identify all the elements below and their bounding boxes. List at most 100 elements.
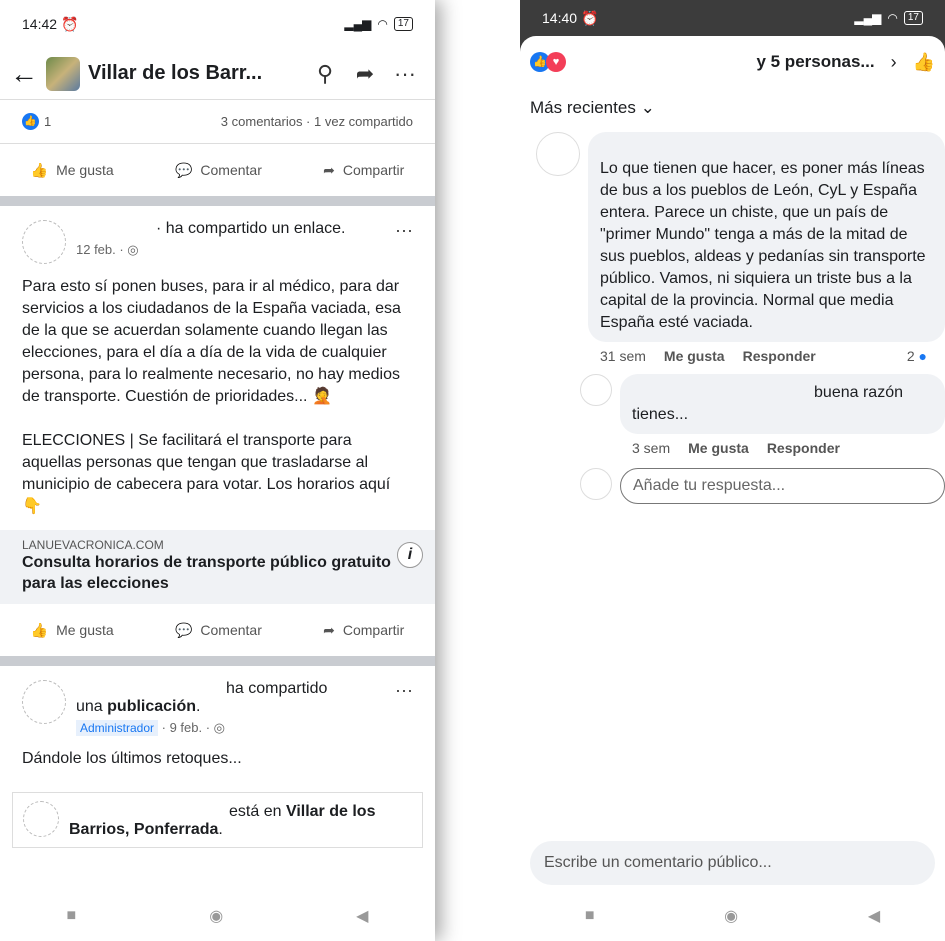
status-time: 14:40 xyxy=(542,10,578,26)
post-options-icon[interactable]: ··· xyxy=(395,680,413,736)
comment-icon: 💬 xyxy=(174,621,193,638)
action-text: una xyxy=(76,698,108,715)
reply-composer: Añade tu respuesta... xyxy=(520,468,945,504)
post-text: Dándole los últimos retoques... xyxy=(22,750,242,767)
thumbs-up-icon[interactable]: 👍 xyxy=(913,52,935,73)
commenter-avatar[interactable] xyxy=(536,132,580,176)
search-icon[interactable]: ⚲ xyxy=(305,61,345,87)
share-arrow-icon[interactable]: ➦ xyxy=(345,61,385,87)
back-icon[interactable]: ◀ xyxy=(356,906,368,926)
chevron-down-icon: ⌄ xyxy=(640,98,655,117)
more-options-icon[interactable]: ··· xyxy=(385,61,425,87)
like-count[interactable]: 1 xyxy=(44,114,51,129)
link-domain: LANUEVACRONICA.COM xyxy=(22,538,164,552)
post-date[interactable]: · 9 feb. · ◎ xyxy=(158,720,225,735)
share-icon: ➦ xyxy=(323,621,335,638)
info-icon[interactable]: i xyxy=(397,542,423,568)
like-label: Me gusta xyxy=(56,162,114,178)
signal-icon: ▂▄▆ xyxy=(854,11,882,25)
comment: Lo que tienen que hacer, es poner más lí… xyxy=(520,132,945,370)
reply-text-line1: buena razón xyxy=(814,384,903,401)
post-text-paragraph-1: Para esto sí ponen buses, para ir al méd… xyxy=(22,278,401,405)
post-meta: · ha compartido un enlace. 12 feb. · ◎ xyxy=(76,220,395,264)
post-stats: 👍 1 3 comentarios · 1 vez compartido xyxy=(0,100,435,144)
share-button[interactable]: ➦ Compartir xyxy=(323,622,404,639)
home-icon[interactable]: ◉ xyxy=(724,906,738,926)
post-options-icon[interactable]: ··· xyxy=(395,220,413,264)
alarm-icon: ⏰ xyxy=(581,9,599,26)
admin-badge: Administrador xyxy=(76,720,159,736)
status-bar: 14:42 ⏰ ▂▄▆ ◠ 17 xyxy=(0,0,435,48)
status-bar: 14:40 ⏰ ▂▄▆ ◠ 17 xyxy=(520,0,945,36)
share-button[interactable]: ➦ Compartir xyxy=(323,162,404,179)
back-icon[interactable]: ◀ xyxy=(868,906,880,926)
love-reaction-icon: ♥ xyxy=(546,52,566,72)
page-title[interactable]: Villar de los Barr... xyxy=(88,62,305,85)
post-meta-line: Administrador · 9 feb. · ◎ xyxy=(76,720,395,736)
comment-meta: 31 sem Me gusta Responder 2 ● xyxy=(588,342,945,370)
back-arrow-icon[interactable]: ← xyxy=(10,58,46,90)
reactions-summary[interactable]: y 5 personas... xyxy=(756,52,874,72)
reply-text-line2: tienes... xyxy=(632,406,689,423)
comment-time: 31 sem xyxy=(600,348,646,364)
thumbs-up-icon: 👍 xyxy=(30,621,49,638)
comment-button[interactable]: 💬 Comentar xyxy=(175,622,262,639)
feed-divider xyxy=(0,656,435,666)
post-actions-2: 👍 Me gusta 💬 Comentar ➦ Compartir xyxy=(0,604,435,656)
reply-bubble[interactable]: buena razón tienes... xyxy=(620,374,945,434)
comment-reply-button[interactable]: Responder xyxy=(743,348,816,364)
chevron-right-icon[interactable]: › xyxy=(891,52,897,73)
post-header: ha compartido una publicación. Administr… xyxy=(0,666,435,736)
author-avatar[interactable] xyxy=(22,680,66,724)
like-button[interactable]: 👍 Me gusta xyxy=(31,162,114,179)
page-avatar[interactable] xyxy=(46,56,80,91)
android-nav-bar: ■ ◉ ◀ xyxy=(0,891,435,941)
post-actions: 👍 Me gusta 💬 Comentar ➦ Compartir xyxy=(0,144,435,196)
reply-like-button[interactable]: Me gusta xyxy=(688,440,749,456)
comment-bubble[interactable]: Lo que tienen que hacer, es poner más lí… xyxy=(588,132,945,342)
sort-dropdown[interactable]: Más recientes ⌄ xyxy=(520,88,945,128)
android-nav-bar: ■ ◉ ◀ xyxy=(520,891,945,941)
own-avatar xyxy=(580,468,612,500)
reply-input[interactable]: Añade tu respuesta... xyxy=(620,468,945,504)
post-meta: ha compartido una publicación. Administr… xyxy=(76,680,395,736)
replier-avatar[interactable] xyxy=(580,374,612,406)
comment-input[interactable]: Escribe un comentario público... xyxy=(530,841,935,885)
reaction-icons[interactable]: 👍 ♥ xyxy=(530,52,566,72)
reactions-header: 👍 ♥ y 5 personas... › 👍 xyxy=(520,36,945,88)
reply-time: 3 sem xyxy=(632,440,671,456)
status-icons: ▂▄▆ ◠ 17 xyxy=(344,17,413,31)
alarm-icon: ⏰ xyxy=(61,15,79,32)
wifi-icon: ◠ xyxy=(377,17,388,31)
link-preview-card[interactable]: LANUEVACRONICA.COM Consulta horarios de … xyxy=(0,530,435,604)
like-reaction-icon: ● xyxy=(918,348,927,364)
publication-link[interactable]: publicación xyxy=(107,698,196,715)
reply-meta: 3 sem Me gusta Responder xyxy=(620,434,945,462)
post-date[interactable]: 12 feb. · ◎ xyxy=(76,242,395,258)
post-body: Para esto sí ponen buses, para ir al méd… xyxy=(0,264,435,530)
like-count-value: 2 xyxy=(906,348,915,364)
author-avatar[interactable] xyxy=(22,220,66,264)
author-action-line2: una publicación. xyxy=(76,698,201,715)
thumbs-up-icon: 👍 xyxy=(30,161,49,178)
like-button[interactable]: 👍 Me gusta xyxy=(31,622,114,639)
comment-label: Comentar xyxy=(200,622,262,638)
comments-shares-count[interactable]: 3 comentarios · 1 vez compartido xyxy=(221,114,413,129)
home-icon[interactable]: ◉ xyxy=(209,906,223,926)
author-action: · ha compartido un enlace. xyxy=(156,220,346,237)
share-label: Compartir xyxy=(342,622,405,638)
recents-icon[interactable]: ■ xyxy=(585,907,595,925)
reply-reply-button[interactable]: Responder xyxy=(767,440,840,456)
comment-icon: 💬 xyxy=(174,161,193,178)
comment-like-button[interactable]: Me gusta xyxy=(664,348,725,364)
post-text-paragraph-2: ELECCIONES | Se facilitará el transporte… xyxy=(22,432,391,515)
comment-button[interactable]: 💬 Comentar xyxy=(175,162,262,179)
wifi-icon: ◠ xyxy=(887,11,898,25)
recents-icon[interactable]: ■ xyxy=(67,907,77,925)
author-action: ha compartido xyxy=(226,680,328,697)
share-icon: ➦ xyxy=(323,161,335,178)
like-label: Me gusta xyxy=(56,622,114,638)
comment-like-count[interactable]: 2 ● xyxy=(907,348,933,364)
reply-comment: buena razón tienes... 3 sem Me gusta Res… xyxy=(520,374,945,462)
shared-post-card[interactable]: está en Villar de los Barrios, Ponferrad… xyxy=(12,792,423,848)
